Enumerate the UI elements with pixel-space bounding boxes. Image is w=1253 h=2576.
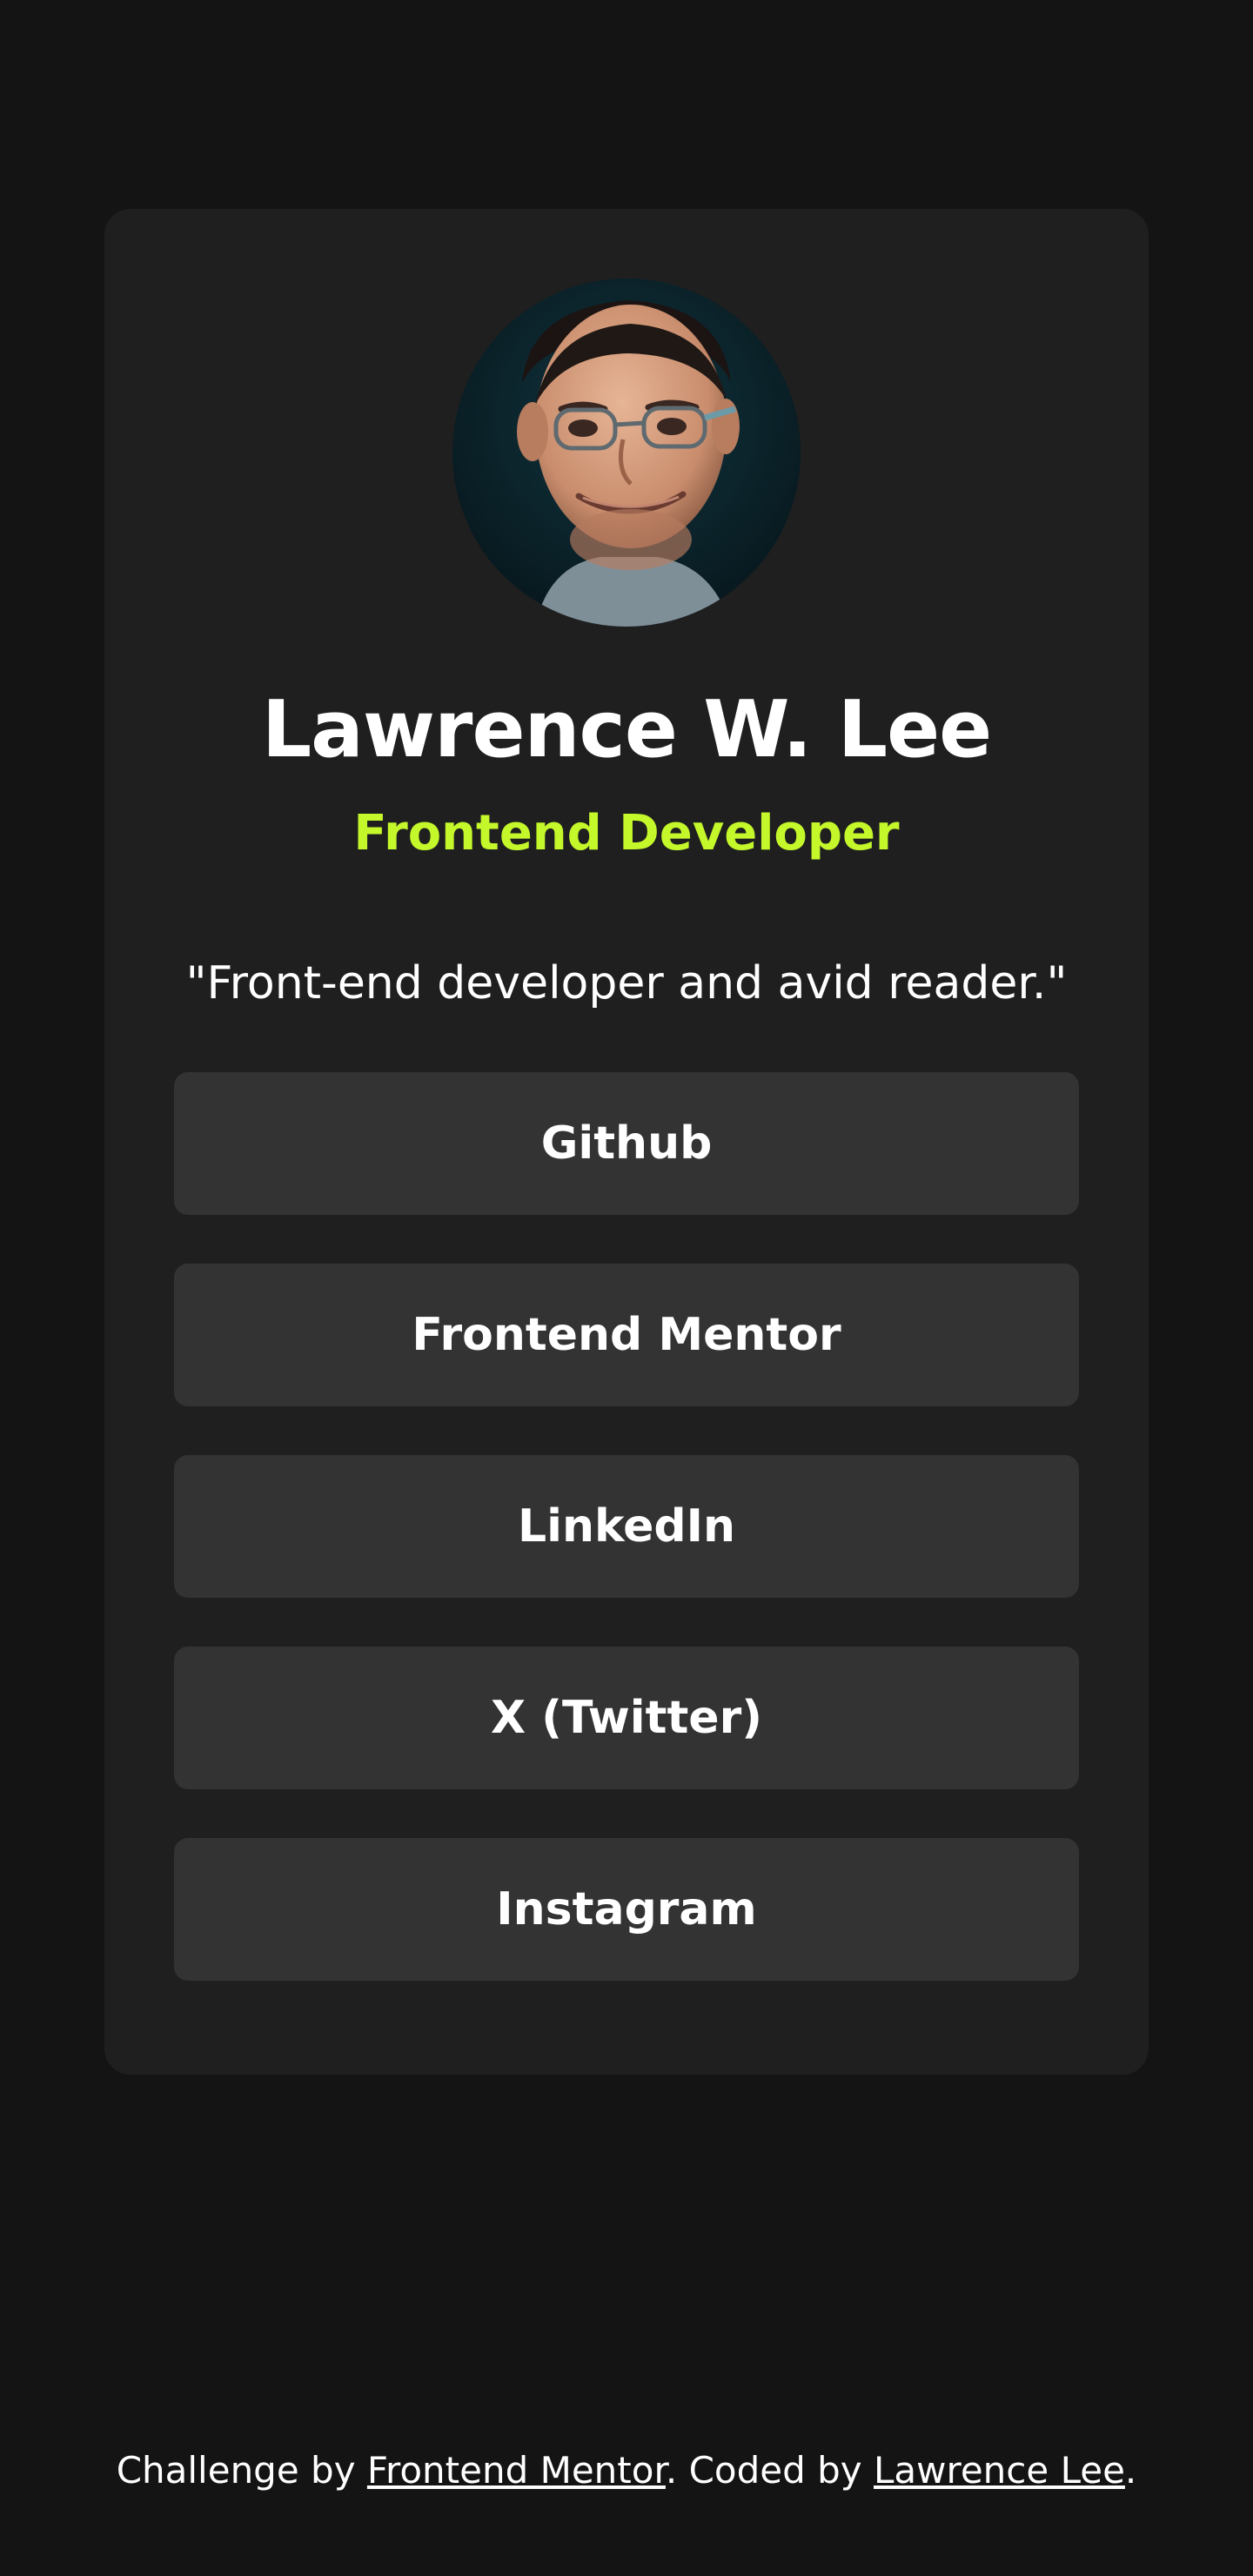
profile-bio: "Front-end developer and avid reader." bbox=[185, 957, 1068, 1010]
github-button[interactable]: Github bbox=[174, 1072, 1079, 1215]
instagram-button[interactable]: Instagram bbox=[174, 1838, 1079, 1981]
social-link-item-instagram: Instagram bbox=[174, 1838, 1079, 1981]
social-link-item-x-twitter: X (Twitter) bbox=[174, 1647, 1079, 1789]
challenge-link[interactable]: Frontend Mentor bbox=[367, 2449, 666, 2492]
avatar-image bbox=[452, 278, 801, 627]
linkedin-button[interactable]: LinkedIn bbox=[174, 1455, 1079, 1598]
footer-suffix: . bbox=[1124, 2449, 1137, 2492]
social-link-item-linkedin: LinkedIn bbox=[174, 1455, 1079, 1598]
social-link-item-frontend-mentor: Frontend Mentor bbox=[174, 1264, 1079, 1406]
footer-middle: . Coded by bbox=[665, 2449, 874, 2492]
x-twitter-button[interactable]: X (Twitter) bbox=[174, 1647, 1079, 1789]
frontend-mentor-button[interactable]: Frontend Mentor bbox=[174, 1264, 1079, 1406]
profile-card: Lawrence W. Lee Frontend Developer "Fron… bbox=[104, 209, 1149, 2075]
profile-role: Frontend Developer bbox=[353, 805, 900, 862]
attribution-footer: Challenge by Frontend Mentor. Coded by L… bbox=[0, 2452, 1253, 2489]
social-links: Github Frontend Mentor LinkedIn X (Twitt… bbox=[174, 1072, 1079, 2029]
footer-prefix: Challenge by bbox=[116, 2449, 367, 2492]
author-link[interactable]: Lawrence Lee bbox=[874, 2449, 1125, 2492]
profile-name: Lawrence W. Lee bbox=[261, 684, 992, 776]
avatar bbox=[452, 278, 801, 627]
social-link-item-github: Github bbox=[174, 1072, 1079, 1215]
